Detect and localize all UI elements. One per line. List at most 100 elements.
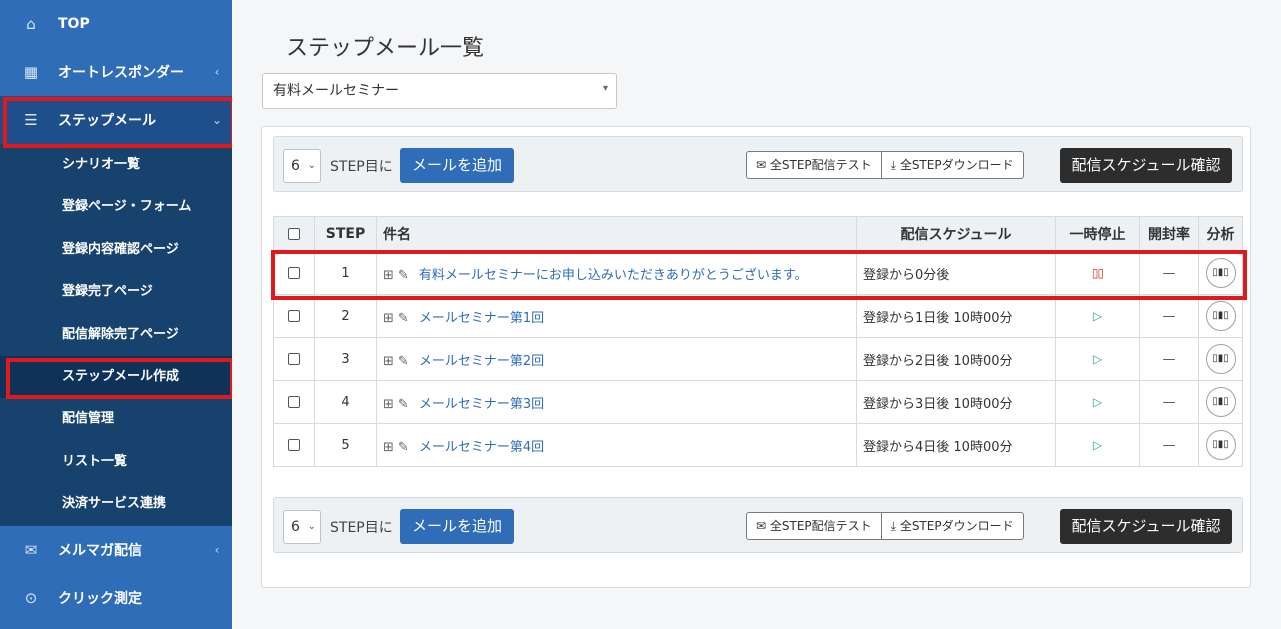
download-all-steps-button[interactable]: ⤓ 全STEPダウンロード bbox=[880, 513, 1023, 539]
edit-icon[interactable]: ✎ bbox=[398, 397, 409, 412]
steps-table: STEP 件名 配信スケジュール 一時停止 開封率 分析 1 ⊞ ✎ 有料メールセミ… bbox=[273, 216, 1243, 467]
grid-icon: ▦ bbox=[23, 63, 39, 81]
envelope-icon: ✉ bbox=[24, 540, 38, 559]
header-analysis: 分析 bbox=[1198, 216, 1243, 252]
subject-link[interactable]: メールセミナー第3回 bbox=[419, 397, 544, 412]
analysis-button[interactable]: ▯▮▯ bbox=[1205, 430, 1236, 460]
subject-link[interactable]: メールセミナー第2回 bbox=[419, 354, 544, 369]
nav-top-label: TOP bbox=[58, 16, 90, 32]
row-checkbox[interactable] bbox=[288, 267, 300, 279]
schedule-text: 登録から1日後 10時00分 bbox=[856, 294, 1056, 338]
step-suffix-label: STEP目に bbox=[330, 520, 393, 536]
nav-top[interactable]: ⌂ TOP bbox=[0, 0, 232, 48]
sub-item-payment[interactable]: 決済サービス連携 bbox=[0, 483, 232, 525]
sub-item-delivery-management[interactable]: 配信管理 bbox=[0, 398, 232, 440]
open-rate-value: — bbox=[1162, 394, 1176, 410]
steps-panel: 6 ⌄ STEP目に メールを追加 ✉ 全STEP配信テスト ⤓ 全STEPダウ… bbox=[261, 126, 1251, 588]
header-open-rate: 開封率 bbox=[1139, 216, 1199, 252]
sub-item-registration-form[interactable]: 登録ページ・フォーム bbox=[0, 186, 232, 228]
pause-icon[interactable]: ▯▯ bbox=[1092, 266, 1104, 280]
page-title: ステップメール一覧 bbox=[286, 36, 485, 61]
step-number-select[interactable]: 6 ⌄ bbox=[283, 149, 321, 183]
row-checkbox[interactable] bbox=[288, 439, 300, 451]
nav-stepmail-label: ステップメール bbox=[58, 113, 156, 129]
table-header-row: STEP 件名 配信スケジュール 一時停止 開封率 分析 bbox=[273, 216, 1243, 252]
nav-autoresponder[interactable]: ▦ オートレスポンダー ‹ bbox=[0, 48, 232, 96]
schedule-text: 登録から4日後 10時00分 bbox=[856, 423, 1056, 467]
test-all-steps-button[interactable]: ✉ 全STEP配信テスト bbox=[747, 513, 881, 539]
home-icon: ⌂ bbox=[26, 15, 36, 33]
step-number-value: 6 bbox=[291, 158, 300, 174]
chevron-down-icon: ⌄ bbox=[307, 160, 316, 171]
edit-icon[interactable]: ✎ bbox=[398, 268, 409, 283]
chevron-down-icon: ⌄ bbox=[211, 113, 223, 127]
edit-icon[interactable]: ✎ bbox=[398, 354, 409, 369]
expand-icon[interactable]: ⊞ bbox=[383, 397, 394, 412]
envelope-icon: ✉ bbox=[756, 158, 767, 172]
expand-icon[interactable]: ⊞ bbox=[383, 268, 394, 283]
step-number: 4 bbox=[314, 380, 377, 424]
bar-chart-icon: ▯▮▯ bbox=[1212, 310, 1229, 321]
analysis-button[interactable]: ▯▮▯ bbox=[1205, 344, 1236, 374]
add-mail-button[interactable]: メールを追加 bbox=[400, 148, 514, 183]
bar-chart-icon: ▯▮▯ bbox=[1212, 439, 1229, 450]
analysis-button[interactable]: ▯▮▯ bbox=[1205, 301, 1236, 331]
open-rate-value: — bbox=[1162, 351, 1176, 367]
open-rate-value: — bbox=[1162, 265, 1176, 281]
analysis-button[interactable]: ▯▮▯ bbox=[1205, 387, 1236, 417]
header-step: STEP bbox=[314, 216, 377, 252]
step-number: 5 bbox=[314, 423, 377, 467]
table-row: 1 ⊞ ✎ 有料メールセミナーにお申し込みいただきありがとうございます。 登録から0… bbox=[273, 251, 1243, 295]
play-icon[interactable]: ▷ bbox=[1093, 352, 1102, 366]
test-all-steps-label: 全STEP配信テスト bbox=[769, 519, 872, 533]
sub-item-confirm-page[interactable]: 登録内容確認ページ bbox=[0, 229, 232, 271]
subject-link[interactable]: 有料メールセミナーにお申し込みいただきありがとうございます。 bbox=[419, 268, 808, 283]
bar-chart-icon: ▯▮▯ bbox=[1212, 396, 1229, 407]
chevron-left-icon: ‹ bbox=[214, 65, 220, 79]
scenario-select[interactable]: 有料メールセミナー ▾ bbox=[262, 73, 617, 109]
play-icon[interactable]: ▷ bbox=[1093, 438, 1102, 452]
subject-link[interactable]: メールセミナー第1回 bbox=[419, 311, 544, 326]
play-icon[interactable]: ▷ bbox=[1093, 309, 1102, 323]
step-number: 1 bbox=[314, 251, 377, 295]
sub-item-list[interactable]: リスト一覧 bbox=[0, 441, 232, 483]
schedule-confirm-button[interactable]: 配信スケジュール確認 bbox=[1060, 148, 1232, 183]
row-checkbox[interactable] bbox=[288, 353, 300, 365]
bulk-actions-group: ✉ 全STEP配信テスト ⤓ 全STEPダウンロード bbox=[746, 151, 1024, 179]
select-all-checkbox[interactable] bbox=[288, 228, 300, 240]
header-subject: 件名 bbox=[376, 216, 857, 252]
add-mail-button[interactable]: メールを追加 bbox=[400, 509, 514, 544]
nav-click-label: クリック測定 bbox=[58, 590, 142, 607]
expand-icon[interactable]: ⊞ bbox=[383, 311, 394, 326]
row-checkbox[interactable] bbox=[288, 396, 300, 408]
table-row: 4 ⊞ ✎ メールセミナー第3回 登録から3日後 10時00分 ▷ — ▯▮▯ bbox=[273, 380, 1243, 424]
analysis-button[interactable]: ▯▮▯ bbox=[1205, 258, 1236, 288]
edit-icon[interactable]: ✎ bbox=[398, 311, 409, 326]
sub-item-unsubscribe-page[interactable]: 配信解除完了ページ bbox=[0, 314, 232, 356]
sub-item-scenario-list[interactable]: シナリオ一覧 bbox=[0, 144, 232, 186]
subject-link[interactable]: メールセミナー第4回 bbox=[419, 440, 544, 455]
step-number: 2 bbox=[314, 294, 377, 338]
caret-down-icon: ▾ bbox=[602, 83, 608, 94]
schedule-text: 登録から2日後 10時00分 bbox=[856, 337, 1056, 381]
row-checkbox[interactable] bbox=[288, 310, 300, 322]
bulk-actions-group: ✉ 全STEP配信テスト ⤓ 全STEPダウンロード bbox=[746, 512, 1024, 540]
download-all-steps-label: 全STEPダウンロード bbox=[899, 158, 1014, 172]
sidebar: ⌂ TOP ▦ オートレスポンダー ‹ ☰ ステップメール ⌄ シナリオ一覧 登… bbox=[0, 0, 232, 629]
header-select-all bbox=[273, 216, 315, 252]
download-all-steps-button[interactable]: ⤓ 全STEPダウンロード bbox=[880, 152, 1023, 178]
edit-icon[interactable]: ✎ bbox=[398, 440, 409, 455]
sub-item-complete-page[interactable]: 登録完了ページ bbox=[0, 271, 232, 313]
nav-mailmag[interactable]: ✉ メルマガ配信 ‹ bbox=[0, 526, 232, 574]
expand-icon[interactable]: ⊞ bbox=[383, 440, 394, 455]
list-icon: ☰ bbox=[24, 111, 38, 129]
sub-item-stepmail-create[interactable]: ステップメール作成 bbox=[0, 355, 232, 399]
toolbar-bottom: 6 ⌄ STEP目に メールを追加 ✉ 全STEP配信テスト ⤓ 全STEPダウ… bbox=[273, 497, 1243, 553]
expand-icon[interactable]: ⊞ bbox=[383, 354, 394, 369]
test-all-steps-button[interactable]: ✉ 全STEP配信テスト bbox=[747, 152, 881, 178]
nav-click[interactable]: ⊙ クリック測定 bbox=[0, 574, 232, 622]
play-icon[interactable]: ▷ bbox=[1093, 395, 1102, 409]
schedule-confirm-button[interactable]: 配信スケジュール確認 bbox=[1060, 509, 1232, 544]
nav-stepmail[interactable]: ☰ ステップメール ⌄ bbox=[0, 96, 232, 144]
step-number-select[interactable]: 6 ⌄ bbox=[283, 510, 321, 544]
